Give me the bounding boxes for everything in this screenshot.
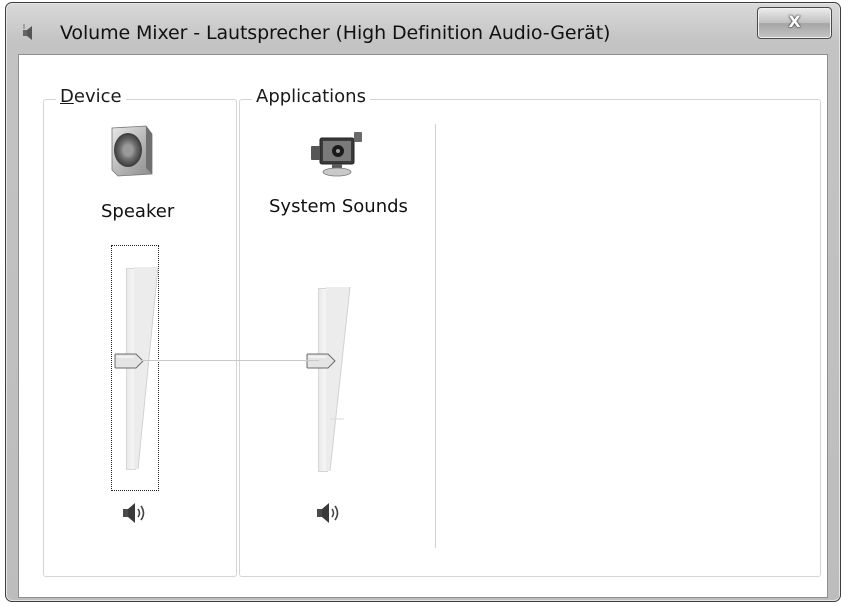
system-sounds-volume-thumb[interactable] xyxy=(306,353,336,369)
device-label-rest: evice xyxy=(73,86,122,107)
master-level-line xyxy=(141,360,319,361)
window-title: Volume Mixer - Lautsprecher (High Defini… xyxy=(60,22,611,44)
device-mnemonic: D xyxy=(60,86,74,107)
mixer-client-area: Device Speaker Applications System Sound… xyxy=(18,54,828,598)
title-bar[interactable]: Volume Mixer - Lautsprecher (High Defini… xyxy=(6,3,840,55)
device-channel-name: Speaker xyxy=(101,201,175,222)
device-group-label: Device xyxy=(56,86,126,107)
speaker-device-icon[interactable] xyxy=(106,124,158,178)
system-sounds-icon[interactable] xyxy=(308,128,364,180)
device-mute-button[interactable] xyxy=(120,500,152,526)
system-sounds-volume-wedge xyxy=(326,287,351,471)
system-sounds-mute-button[interactable] xyxy=(314,500,346,526)
app-channel-name-system-sounds: System Sounds xyxy=(269,196,408,217)
close-button[interactable]: X xyxy=(757,7,832,39)
applications-group-label: Applications xyxy=(252,86,370,107)
volume-mixer-window: Volume Mixer - Lautsprecher (High Defini… xyxy=(5,2,841,602)
applications-group: Applications System Sounds xyxy=(239,86,821,577)
device-group: Device Speaker xyxy=(43,86,237,577)
device-volume-thumb[interactable] xyxy=(114,353,144,369)
applications-separator xyxy=(435,124,436,548)
speaker-app-icon xyxy=(23,24,32,40)
